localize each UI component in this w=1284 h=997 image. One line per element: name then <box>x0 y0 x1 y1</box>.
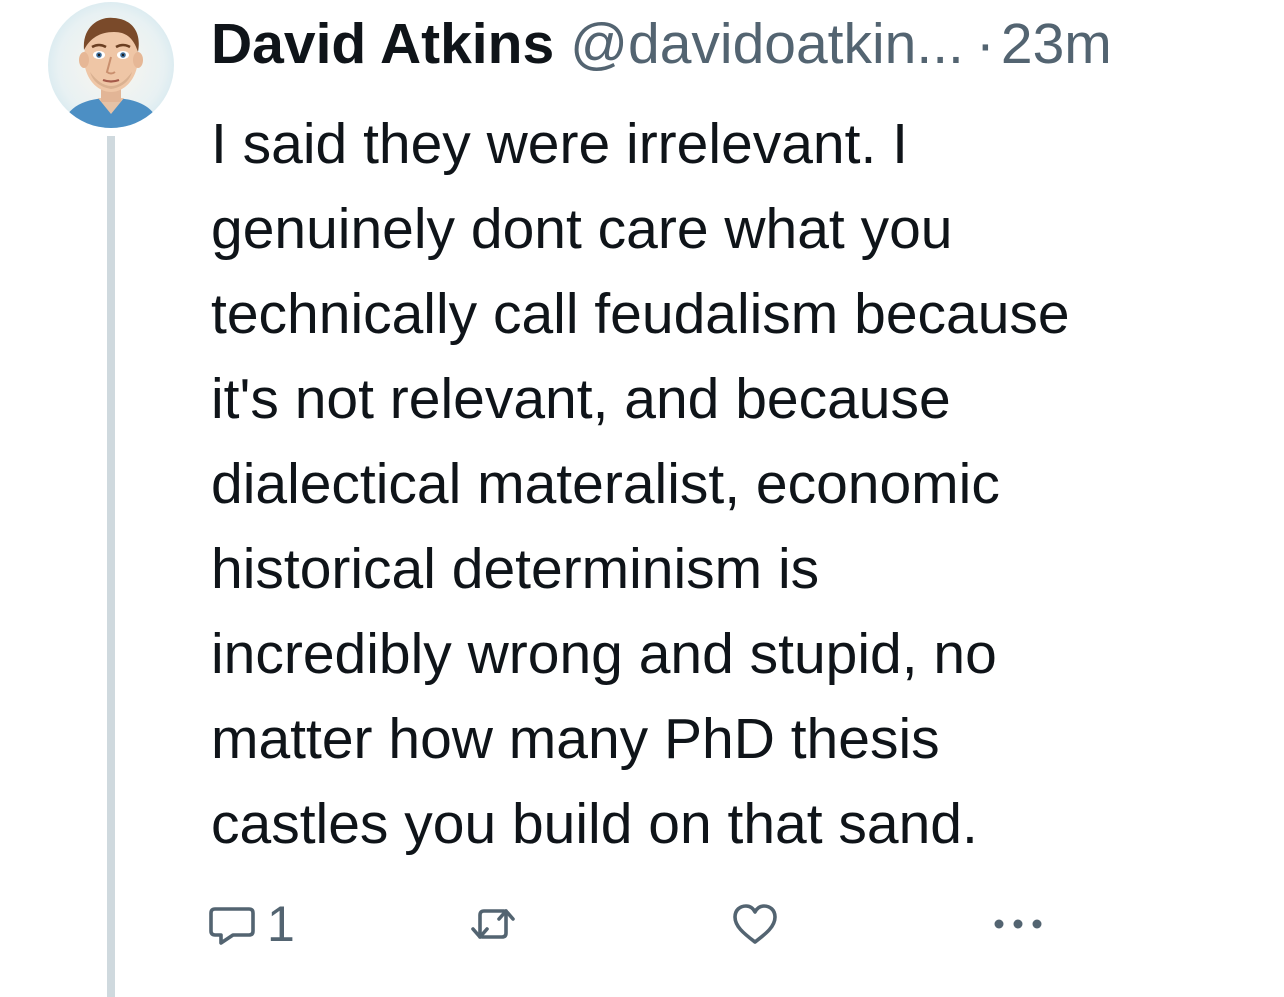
reply-icon <box>207 899 257 949</box>
author-display-name[interactable]: David Atkins <box>211 4 554 84</box>
retweet-icon <box>468 899 518 949</box>
author-handle[interactable]: @davidoatkin... <box>570 4 964 84</box>
tweet-header: David Atkins @davidoatkin... · 23m <box>211 4 1112 84</box>
retweet-button[interactable] <box>468 888 518 960</box>
tweet-text-line: castles you build on that sand. <box>211 792 978 856</box>
tweet-text-line: technically call feudalism because <box>211 282 1070 346</box>
tweet-text-line: incredibly wrong and stupid, no <box>211 622 997 686</box>
tweet-text: I said they were irrelevant. I genuinely… <box>211 102 1221 867</box>
like-button[interactable] <box>730 888 780 960</box>
tweet[interactable]: David Atkins @davidoatkin... · 23m I sai… <box>0 0 1284 997</box>
avatar[interactable] <box>48 2 174 128</box>
tweet-text-line: matter how many PhD thesis <box>211 707 940 771</box>
tweet-text-line: it's not relevant, and because <box>211 367 951 431</box>
tweet-text-line: historical determinism is <box>211 537 820 601</box>
more-icon <box>990 899 1046 949</box>
cartoon-portrait-avatar-icon <box>48 2 174 128</box>
tweet-timestamp[interactable]: 23m <box>1001 4 1112 84</box>
more-button[interactable] <box>990 888 1046 960</box>
reply-button[interactable]: 1 <box>207 888 295 960</box>
reply-count: 1 <box>267 896 295 952</box>
tweet-text-line: I said they were irrelevant. I <box>211 112 908 176</box>
thread-line <box>107 136 115 997</box>
tweet-text-line: genuinely dont care what you <box>211 197 953 261</box>
tweet-actions: 1 <box>205 888 1075 960</box>
header-separator: · <box>975 12 995 76</box>
heart-icon <box>730 899 780 949</box>
tweet-text-line: dialectical materalist, economic <box>211 452 1000 516</box>
